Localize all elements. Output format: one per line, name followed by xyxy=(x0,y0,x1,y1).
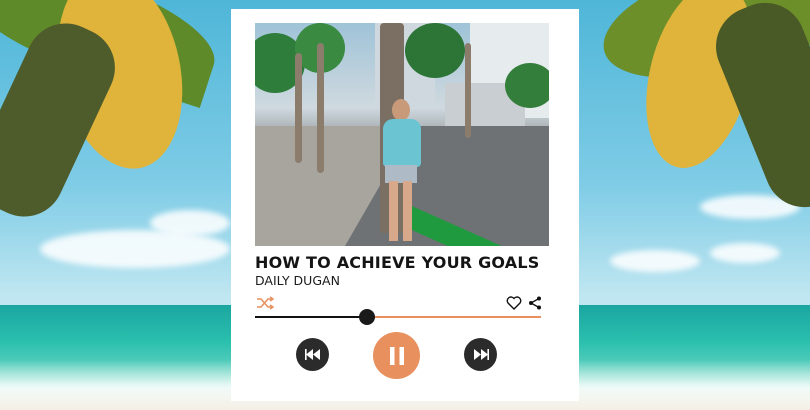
skip-forward-icon xyxy=(473,349,489,360)
share-icon[interactable] xyxy=(527,295,543,311)
progress-thumb[interactable] xyxy=(358,309,375,325)
heart-icon[interactable] xyxy=(505,295,523,311)
previous-button[interactable] xyxy=(296,338,329,371)
next-button[interactable] xyxy=(464,338,497,371)
pause-button[interactable] xyxy=(373,332,420,379)
music-player-card: HOW TO ACHIEVE YOUR GOALS DAILY DUGAN xyxy=(231,9,579,401)
progress-played xyxy=(255,316,367,318)
skip-back-icon xyxy=(304,349,320,360)
album-art xyxy=(255,23,549,246)
shuffle-icon[interactable] xyxy=(255,295,275,311)
artist-name: DAILY DUGAN xyxy=(255,273,340,288)
track-title: HOW TO ACHIEVE YOUR GOALS xyxy=(255,253,540,272)
progress-bar[interactable] xyxy=(255,309,541,325)
pause-icon xyxy=(389,346,404,365)
